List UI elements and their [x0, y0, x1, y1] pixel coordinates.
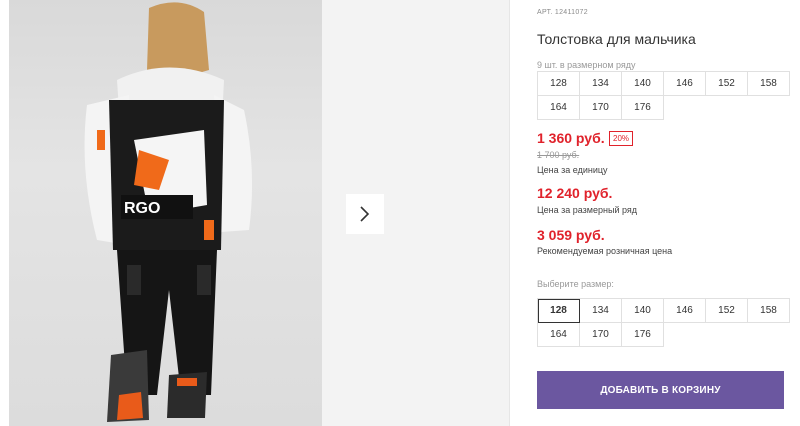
add-to-cart-button[interactable]: ДОБАВИТЬ В КОРЗИНУ	[537, 371, 784, 409]
size-row-cell: 152	[706, 72, 748, 96]
size-row-cell: 128	[538, 72, 580, 96]
size-option-170[interactable]: 170	[580, 323, 622, 347]
size-option-140[interactable]: 140	[622, 299, 664, 323]
discount-badge: 20%	[609, 131, 634, 146]
article-number: АРТ. 12411072	[537, 9, 588, 16]
boy-in-hoodie-image: RGO	[84, 2, 253, 422]
product-gallery: RGO	[0, 0, 510, 426]
size-option-128[interactable]: 128	[538, 299, 580, 323]
size-row-cell: 146	[664, 72, 706, 96]
size-option-164[interactable]: 164	[538, 323, 580, 347]
chevron-right-icon	[360, 206, 370, 222]
choose-size-label: Выберите размер:	[537, 279, 614, 289]
size-row-cell: 176	[622, 96, 664, 120]
row-price: 12 240 руб.	[537, 185, 613, 201]
size-option-176[interactable]: 176	[622, 323, 664, 347]
size-row-cell: 134	[580, 72, 622, 96]
size-picker: 128 134 140 146 152 158 164 170 176	[537, 298, 790, 347]
product-photo: RGO	[9, 0, 322, 426]
product-title: Толстовка для мальчика	[537, 31, 696, 47]
next-image-button[interactable]	[346, 194, 384, 234]
size-row-cell: 170	[580, 96, 622, 120]
row-price-label: Цена за размерный ряд	[537, 205, 638, 215]
size-option-152[interactable]: 152	[706, 299, 748, 323]
size-option-158[interactable]: 158	[748, 299, 790, 323]
size-option-146[interactable]: 146	[664, 299, 706, 323]
svg-text:RGO: RGO	[124, 200, 160, 217]
size-row-count: 9 шт. в размерном ряду	[537, 60, 636, 70]
size-option-134[interactable]: 134	[580, 299, 622, 323]
panel-divider	[509, 0, 510, 426]
rrp-price: 3 059 руб.	[537, 227, 605, 243]
size-row-cell: 140	[622, 72, 664, 96]
unit-price-label: Цена за единицу	[537, 165, 608, 175]
old-price: 1 700 руб.	[537, 150, 580, 160]
size-row-table: 128 134 140 146 152 158 164 170 176	[537, 71, 790, 120]
unit-price: 1 360 руб.	[537, 130, 605, 146]
size-row-cell: 158	[748, 72, 790, 96]
rrp-price-label: Рекомендуемая розничная цена	[537, 246, 673, 256]
size-row-cell: 164	[538, 96, 580, 120]
